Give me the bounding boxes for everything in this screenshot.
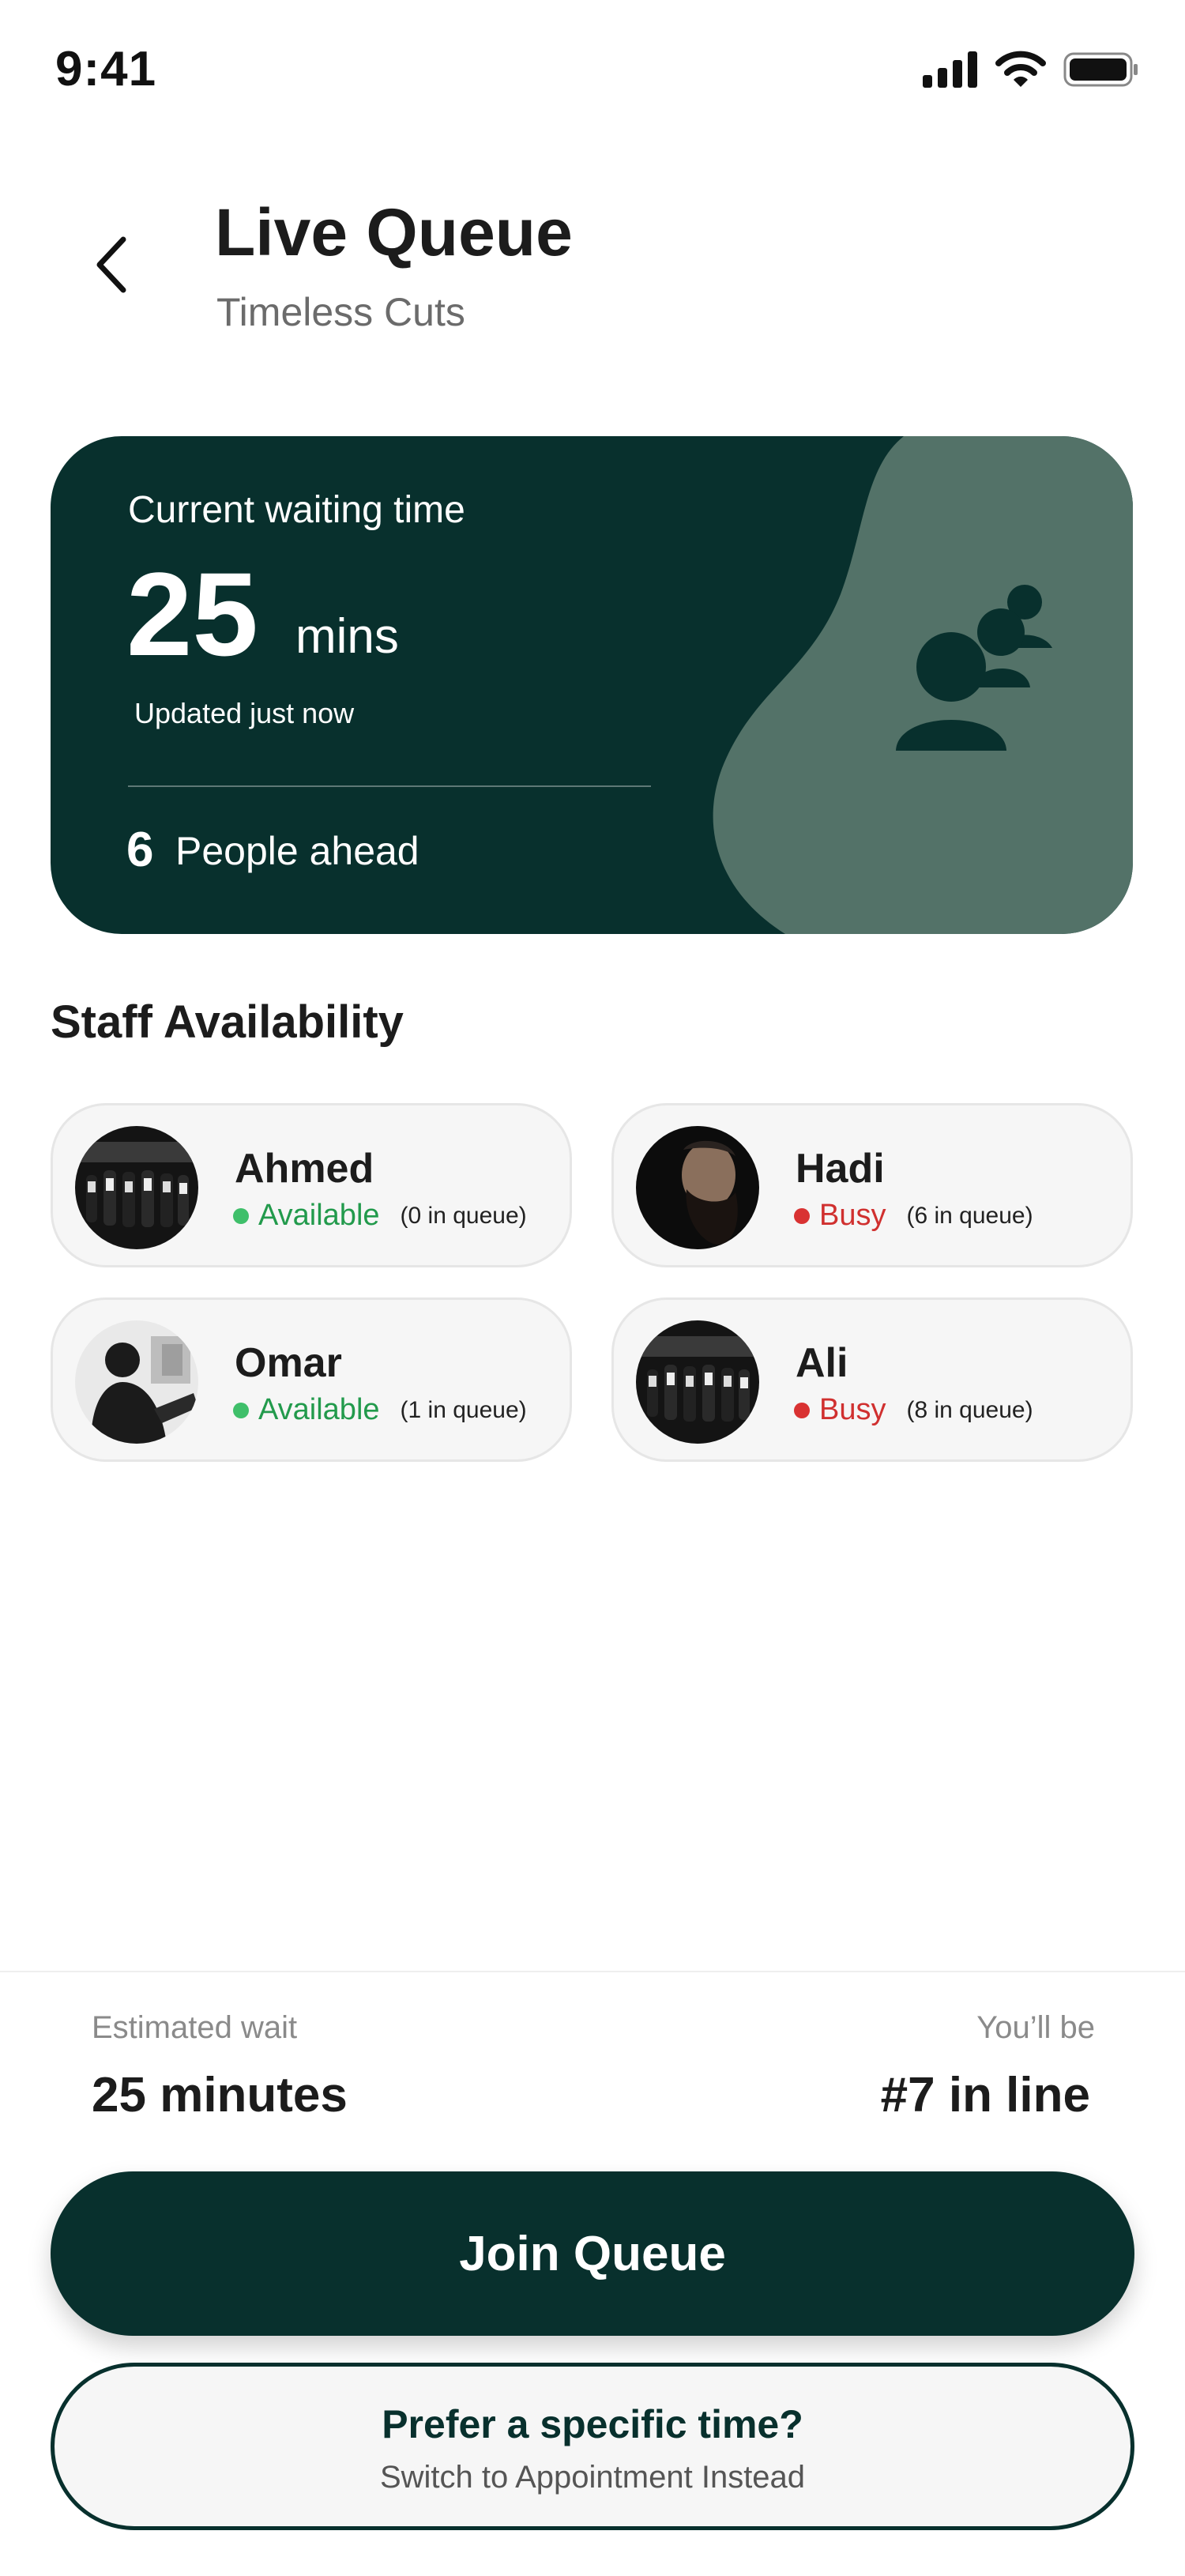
queue-count: (0 in queue): [400, 1202, 527, 1229]
status-text: Busy: [819, 1393, 886, 1426]
status-time: 9:41: [55, 42, 157, 96]
avatar: [75, 1320, 198, 1444]
staff-card-omar[interactable]: Omar Available (1 in queue): [51, 1297, 572, 1462]
queue-count: (8 in queue): [906, 1396, 1033, 1423]
staff-status: Available (0 in queue): [233, 1199, 527, 1233]
waiting-time-unit: mins: [295, 609, 399, 664]
card-divider: [128, 785, 651, 787]
status-text: Available: [258, 1393, 380, 1426]
people-ahead-label: People ahead: [175, 829, 419, 873]
status-dot: [233, 1402, 249, 1418]
estimated-wait-value: 25 minutes: [92, 2068, 348, 2122]
status-icons: [923, 51, 1139, 89]
appointment-subtitle: Switch to Appointment Instead: [379, 2460, 806, 2495]
avatar: [636, 1320, 759, 1444]
status-dot: [233, 1207, 249, 1224]
waiting-time-card: Current waiting time 25 mins Updated jus…: [51, 436, 1133, 934]
queue-count: (6 in queue): [906, 1202, 1033, 1229]
back-button[interactable]: [76, 221, 147, 308]
staff-status: Busy (8 in queue): [794, 1393, 1033, 1427]
staff-card-ali[interactable]: Ali Busy (8 in queue): [611, 1297, 1133, 1462]
status-text: Busy: [819, 1199, 886, 1232]
queue-count: (1 in queue): [400, 1396, 527, 1423]
waiting-time-value: 25: [126, 548, 258, 680]
bottom-divider: [0, 1971, 1185, 1972]
appointment-prompt: Prefer a specific time?: [382, 2402, 803, 2446]
waiting-time-label: Current waiting time: [128, 489, 465, 531]
staff-name: Omar: [235, 1340, 342, 1386]
join-queue-button[interactable]: Join Queue: [51, 2171, 1134, 2336]
page-title: Live Queue: [215, 195, 573, 269]
status-text: Available: [258, 1199, 380, 1232]
people-group-icon: [896, 585, 1052, 751]
staff-name: Ahmed: [235, 1146, 374, 1192]
queue-position-value: #7 in line: [880, 2068, 1090, 2122]
staff-name: Ali: [796, 1340, 848, 1386]
switch-to-appointment-button[interactable]: Prefer a specific time? Switch to Appoin…: [51, 2363, 1134, 2530]
queue-position-label: You’ll be: [976, 2010, 1095, 2045]
staff-section-title: Staff Availability: [51, 996, 404, 1048]
chevron-left-icon: [96, 236, 126, 293]
wifi-icon: [995, 51, 1046, 87]
status-dot: [794, 1402, 810, 1418]
battery-icon: [1063, 52, 1138, 87]
staff-status: Available (1 in queue): [233, 1393, 527, 1427]
avatar: [75, 1126, 198, 1249]
avatar: [636, 1126, 759, 1249]
staff-name: Hadi: [796, 1146, 885, 1192]
status-dot: [794, 1207, 810, 1224]
estimated-wait-label: Estimated wait: [92, 2010, 298, 2045]
staff-card-hadi[interactable]: Hadi Busy (6 in queue): [611, 1103, 1133, 1267]
staff-card-ahmed[interactable]: Ahmed Available (0 in queue): [51, 1103, 572, 1267]
staff-status: Busy (6 in queue): [794, 1199, 1033, 1233]
people-ahead-count: 6: [126, 823, 154, 877]
shop-name: Timeless Cuts: [216, 290, 465, 334]
updated-text: Updated just now: [134, 697, 355, 729]
cellular-signal-icon: [923, 51, 977, 88]
